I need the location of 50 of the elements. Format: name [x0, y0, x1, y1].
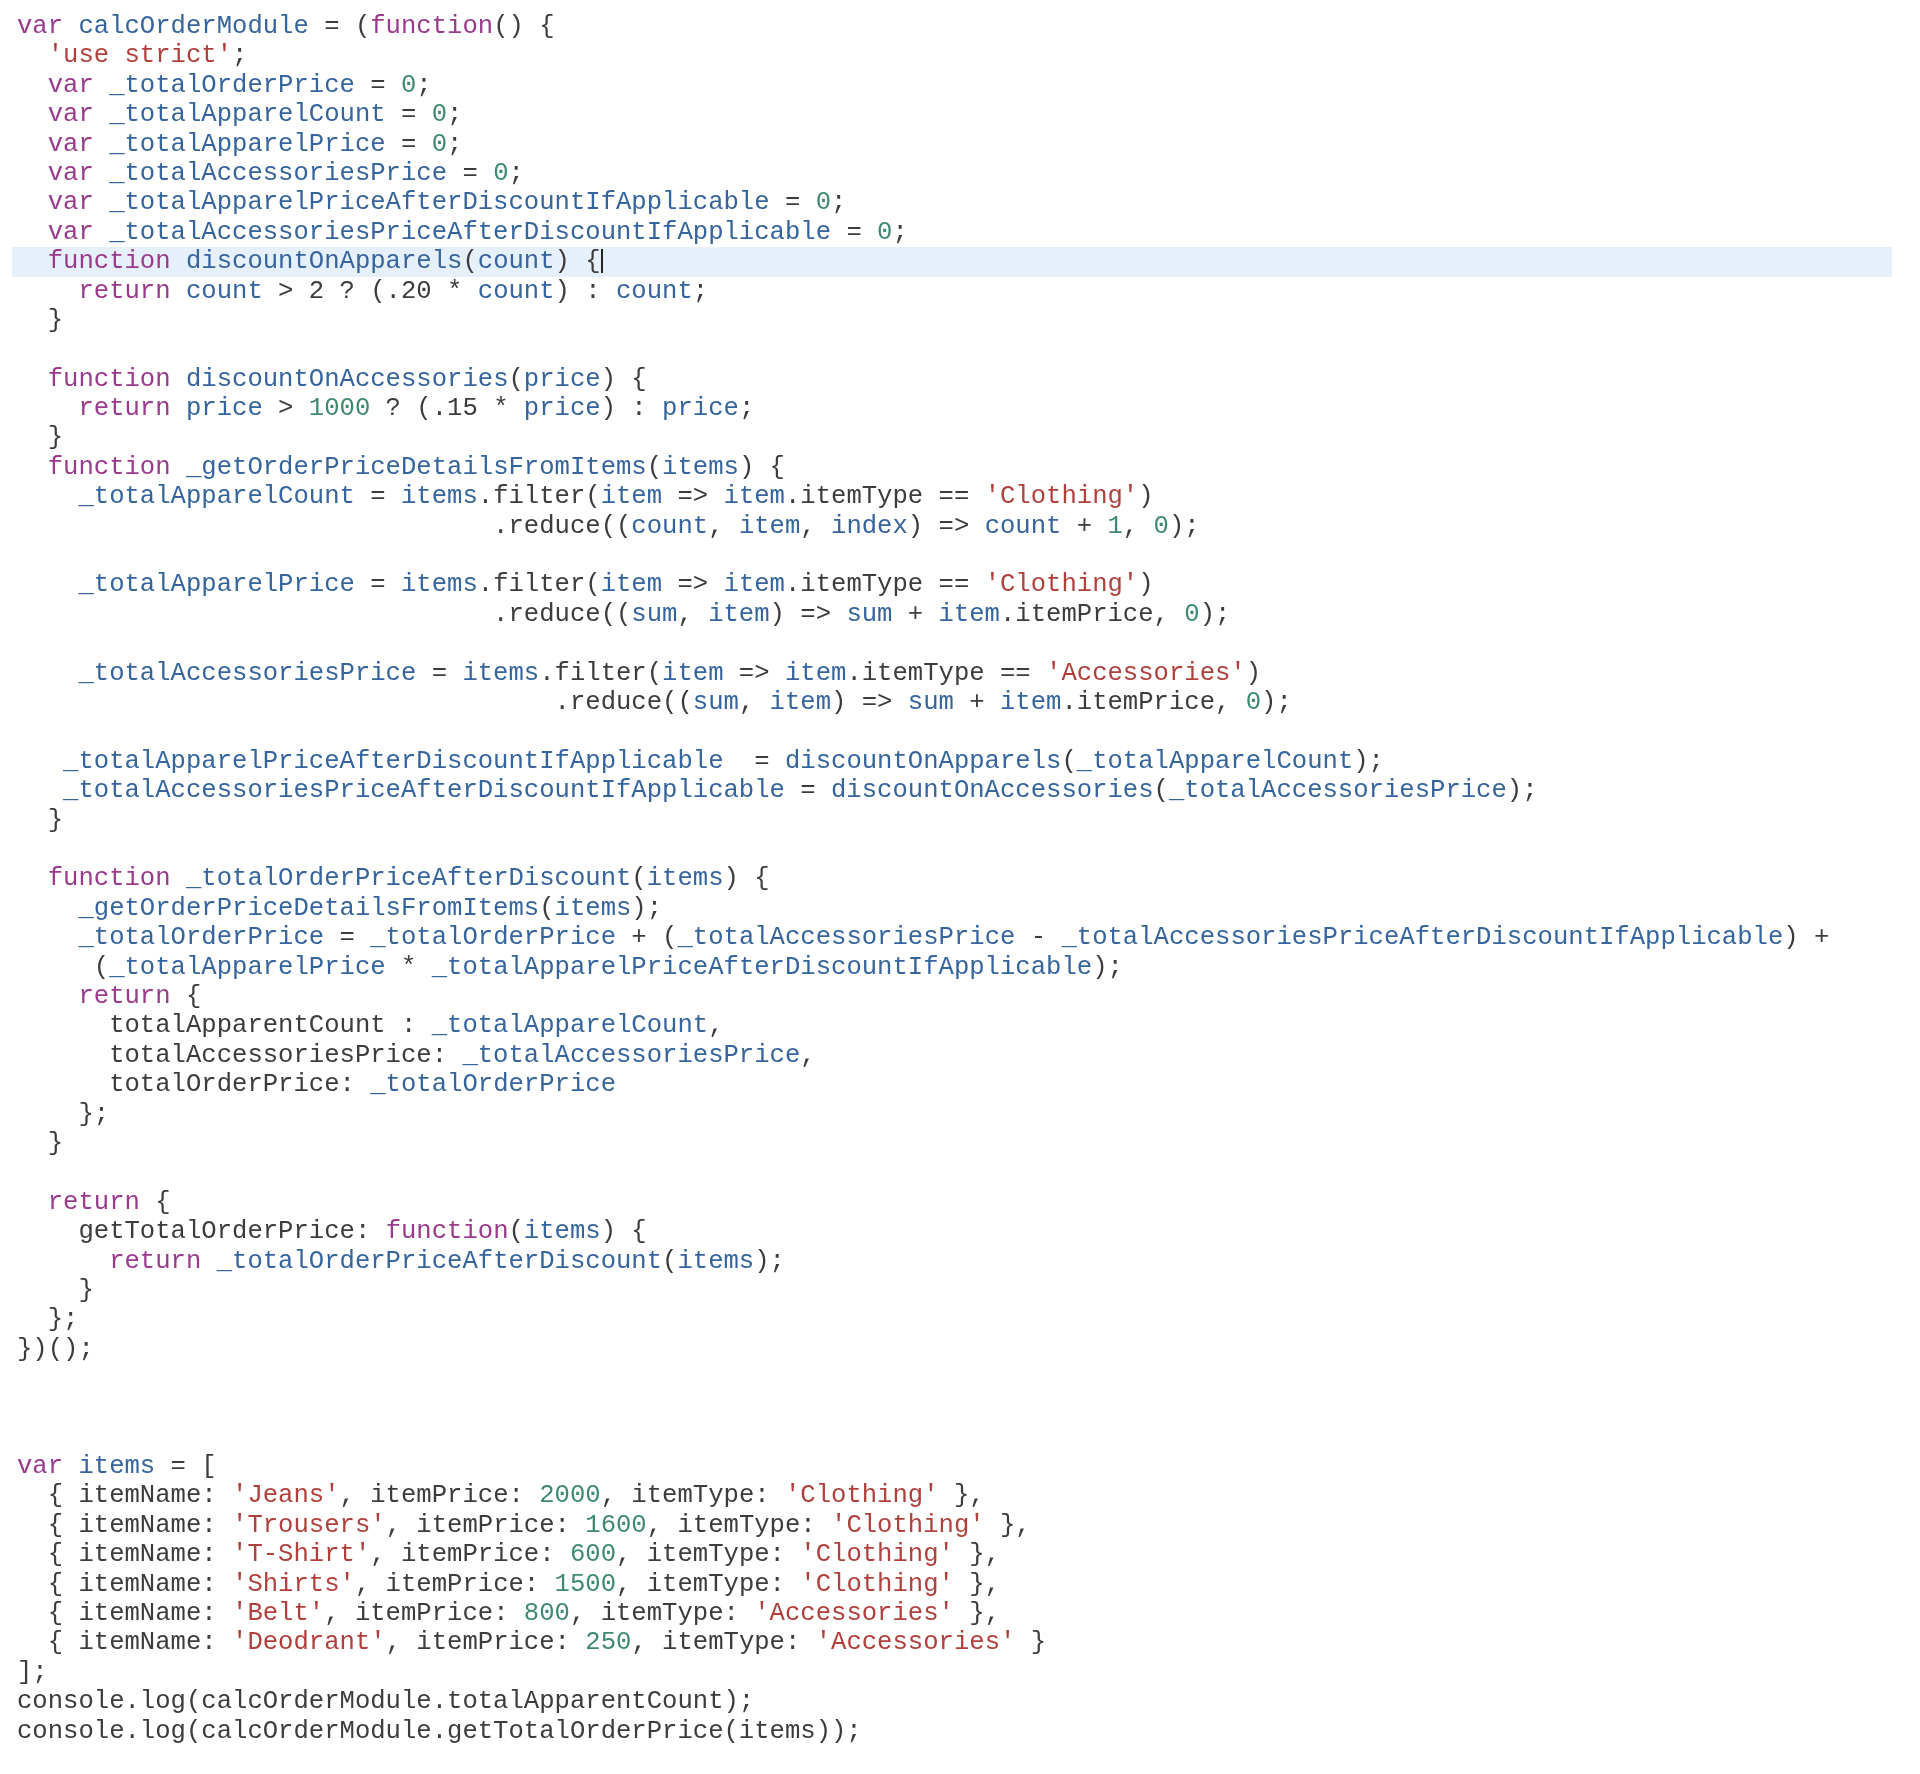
code-line: var items = [	[16, 1452, 218, 1482]
code-line: totalOrderPrice: _totalOrderPrice	[108, 1070, 617, 1100]
code-line: console.log(calcOrderModule.getTotalOrderPrice(items));	[16, 1716, 863, 1746]
code-line: return {	[46, 1186, 172, 1218]
code-line: };	[46, 1305, 80, 1335]
code-line: _totalOrderPrice = _totalOrderPrice + (_totalAccessoriesPrice - _totalAccessoriesPriceAfterDiscountIfApplicable) +	[77, 923, 1831, 953]
code-line: _totalAccessoriesPrice = items.filter(item => item.itemType == 'Accessories')	[77, 657, 1263, 689]
code-line: { itemName: 'Jeans', itemPrice: 2000, itemType: 'Clothing' },	[46, 1481, 986, 1511]
code-line: { itemName: 'Shirts', itemPrice: 1500, itemType: 'Clothing' },	[46, 1569, 1001, 1599]
code-line: }	[77, 1275, 95, 1306]
code-line: _totalApparelCount = items.filter(item => item.itemType == 'Clothing')	[77, 482, 1155, 512]
code-line: }	[46, 305, 65, 336]
code-line: 'use strict';	[46, 41, 249, 71]
code-line: var _totalAccessoriesPriceAfterDiscountIfApplicable = 0;	[46, 217, 909, 248]
code-line: var _totalApparelCount = 0;	[46, 100, 464, 130]
code-line: return _totalOrderPriceAfterDiscount(items);	[108, 1246, 786, 1276]
code-line: .reduce((sum, item) => sum + item.itemPrice, 0);	[553, 688, 1293, 718]
code-line: function discountOnAccessories(price) {	[46, 363, 648, 395]
code-line: _totalApparelPriceAfterDiscountIfApplicable = discountOnApparels(_totalApparelCount);	[62, 745, 1385, 777]
code-line: return {	[77, 981, 203, 1012]
code-line: }	[46, 805, 65, 835]
code-line: totalApparentCount : _totalApparelCount,	[108, 1011, 725, 1041]
code-line: var _totalAccessoriesPrice = 0;	[46, 158, 525, 189]
text-cursor	[600, 249, 603, 274]
code-line: return price > 1000 ? (.15 * price) : price;	[77, 394, 756, 424]
code-line: _getOrderPriceDetailsFromItems(items);	[77, 893, 664, 924]
code-line: { itemName: 'Belt', itemPrice: 800, itemType: 'Accessories' },	[46, 1599, 1001, 1629]
code-line: var _totalOrderPrice = 0;	[46, 70, 433, 101]
code-line: totalAccessoriesPrice: _totalAccessoriesPrice,	[108, 1040, 817, 1071]
code-line: var calcOrderModule = (function() {	[16, 12, 556, 42]
code-line: var _totalApparelPrice = 0;	[46, 129, 464, 159]
code-line: .reduce((count, item, index) => count + 1, 0);	[492, 511, 1201, 542]
code-line: { itemName: 'Trousers', itemPrice: 1600, itemType: 'Clothing' },	[46, 1510, 1032, 1541]
code-line: }	[46, 423, 65, 453]
code-line: function _getOrderPriceDetailsFromItems(items) {	[46, 452, 786, 483]
code-line: getTotalOrderPrice: function(items) {	[77, 1217, 648, 1247]
code-line: };	[77, 1099, 111, 1129]
code-line: { itemName: 'T-Shirt', itemPrice: 600, itemType: 'Clothing' },	[46, 1540, 1001, 1570]
code-line: _totalApparelPrice = items.filter(item => item.itemType == 'Clothing')	[77, 569, 1155, 600]
code-line: (_totalApparelPrice * _totalApparelPriceAfterDiscountIfApplicable);	[92, 952, 1124, 982]
code-line: })();	[16, 1334, 95, 1365]
code-line: }	[46, 1128, 65, 1159]
code-line: { itemName: 'Deodrant', itemPrice: 250, itemType: 'Accessories' }	[46, 1628, 1048, 1658]
code-line: var _totalApparelPriceAfterDiscountIfApplicable = 0;	[46, 188, 848, 218]
code-line: function _totalOrderPriceAfterDiscount(items) {	[46, 863, 771, 894]
code-line: ];	[16, 1657, 49, 1688]
code-line: _totalAccessoriesPriceAfterDiscountIfApplicable = discountOnAccessories(_totalAccessoriesPrice);	[62, 776, 1539, 806]
code-line: console.log(calcOrderModule.totalApparentCount);	[16, 1687, 756, 1717]
code-line: .reduce((sum, item) => sum + item.itemPrice, 0);	[492, 599, 1232, 630]
code-line: return count > 2 ? (.20 * count) : count;	[77, 276, 710, 306]
